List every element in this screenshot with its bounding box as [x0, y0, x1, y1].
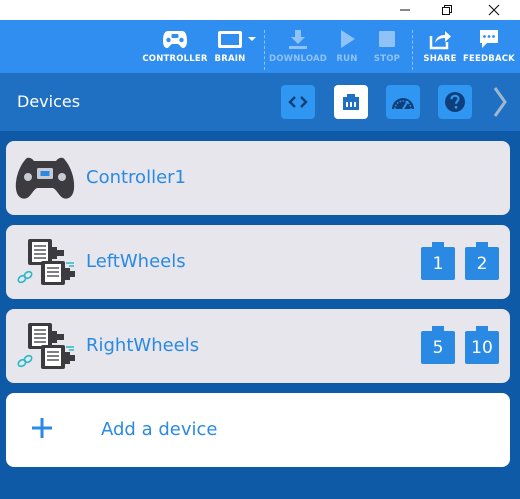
- close-icon: [488, 4, 500, 16]
- chevron-down-icon: [248, 37, 256, 41]
- stop-button[interactable]: STOP: [371, 26, 403, 70]
- device-name: Controller1: [86, 167, 186, 188]
- download-label: DOWNLOAD: [268, 54, 328, 64]
- tab-code[interactable]: [281, 85, 315, 119]
- feedback-icon: [480, 30, 498, 48]
- toolbar-divider: [264, 30, 265, 70]
- add-device-label: Add a device: [101, 419, 218, 440]
- device-name: RightWheels: [86, 335, 200, 356]
- port-badge[interactable]: 2: [465, 242, 499, 280]
- stop-label: STOP: [373, 54, 401, 64]
- port-number: 1: [421, 247, 455, 280]
- device-list: Controller1 LeftWheels 1 2 RightWheels 5…: [0, 131, 520, 499]
- port-badge[interactable]: 1: [421, 242, 455, 280]
- port-icon: [343, 94, 359, 110]
- add-device-button[interactable]: Add a device: [6, 393, 510, 467]
- run-button[interactable]: RUN: [332, 26, 362, 70]
- window-titlebar: [0, 0, 520, 20]
- device-card-controller1[interactable]: Controller1: [6, 141, 510, 215]
- plus-icon: [32, 418, 52, 438]
- brain-screen-icon: [218, 31, 242, 48]
- tab-help[interactable]: [438, 85, 472, 119]
- restore-icon: [442, 5, 452, 15]
- controller-icon: [12, 150, 78, 206]
- feedback-label: FEEDBACK: [463, 54, 515, 64]
- page-title: Devices: [17, 92, 81, 111]
- motor-group-icon: [12, 318, 78, 374]
- toolbar-divider: [412, 30, 413, 70]
- device-card-leftwheels[interactable]: LeftWheels 1 2: [6, 225, 510, 299]
- tab-dashboard[interactable]: [386, 85, 420, 119]
- next-tab-arrow[interactable]: [487, 83, 513, 121]
- device-name: LeftWheels: [86, 251, 186, 272]
- share-icon: [429, 31, 451, 50]
- download-button[interactable]: DOWNLOAD: [268, 26, 328, 70]
- code-icon: [288, 96, 308, 108]
- feedback-button[interactable]: FEEDBACK: [463, 26, 515, 70]
- controller-button[interactable]: CONTROLLER: [142, 26, 207, 70]
- controller-label: CONTROLLER: [142, 54, 208, 64]
- run-label: RUN: [336, 54, 358, 64]
- minimize-icon: [400, 9, 410, 11]
- dashboard-icon: [392, 98, 414, 110]
- brain-button[interactable]: BRAIN: [212, 26, 262, 70]
- port-number: 5: [421, 331, 455, 364]
- play-icon: [341, 30, 355, 48]
- port-number: 2: [465, 247, 499, 280]
- main-toolbar: CONTROLLER BRAIN DOWNLOAD RUN STOP SHARE…: [0, 20, 520, 73]
- stop-icon: [379, 31, 395, 47]
- brain-label: BRAIN: [214, 54, 246, 64]
- gamepad-icon: [163, 31, 187, 48]
- tab-devices[interactable]: [334, 85, 368, 119]
- chevron-right-icon: [493, 87, 507, 117]
- share-label: SHARE: [423, 54, 457, 64]
- port-badge[interactable]: 10: [465, 326, 499, 364]
- close-button[interactable]: [471, 0, 517, 20]
- port-number: 10: [465, 331, 499, 364]
- minimize-button[interactable]: [382, 0, 428, 20]
- download-icon: [289, 30, 307, 49]
- restore-button[interactable]: [424, 0, 470, 20]
- motor-group-icon: [12, 234, 78, 290]
- port-badge[interactable]: 5: [421, 326, 455, 364]
- device-card-rightwheels[interactable]: RightWheels 5 10: [6, 309, 510, 383]
- share-button[interactable]: SHARE: [422, 26, 458, 70]
- devices-header: Devices: [0, 73, 520, 131]
- help-icon: [445, 92, 465, 112]
